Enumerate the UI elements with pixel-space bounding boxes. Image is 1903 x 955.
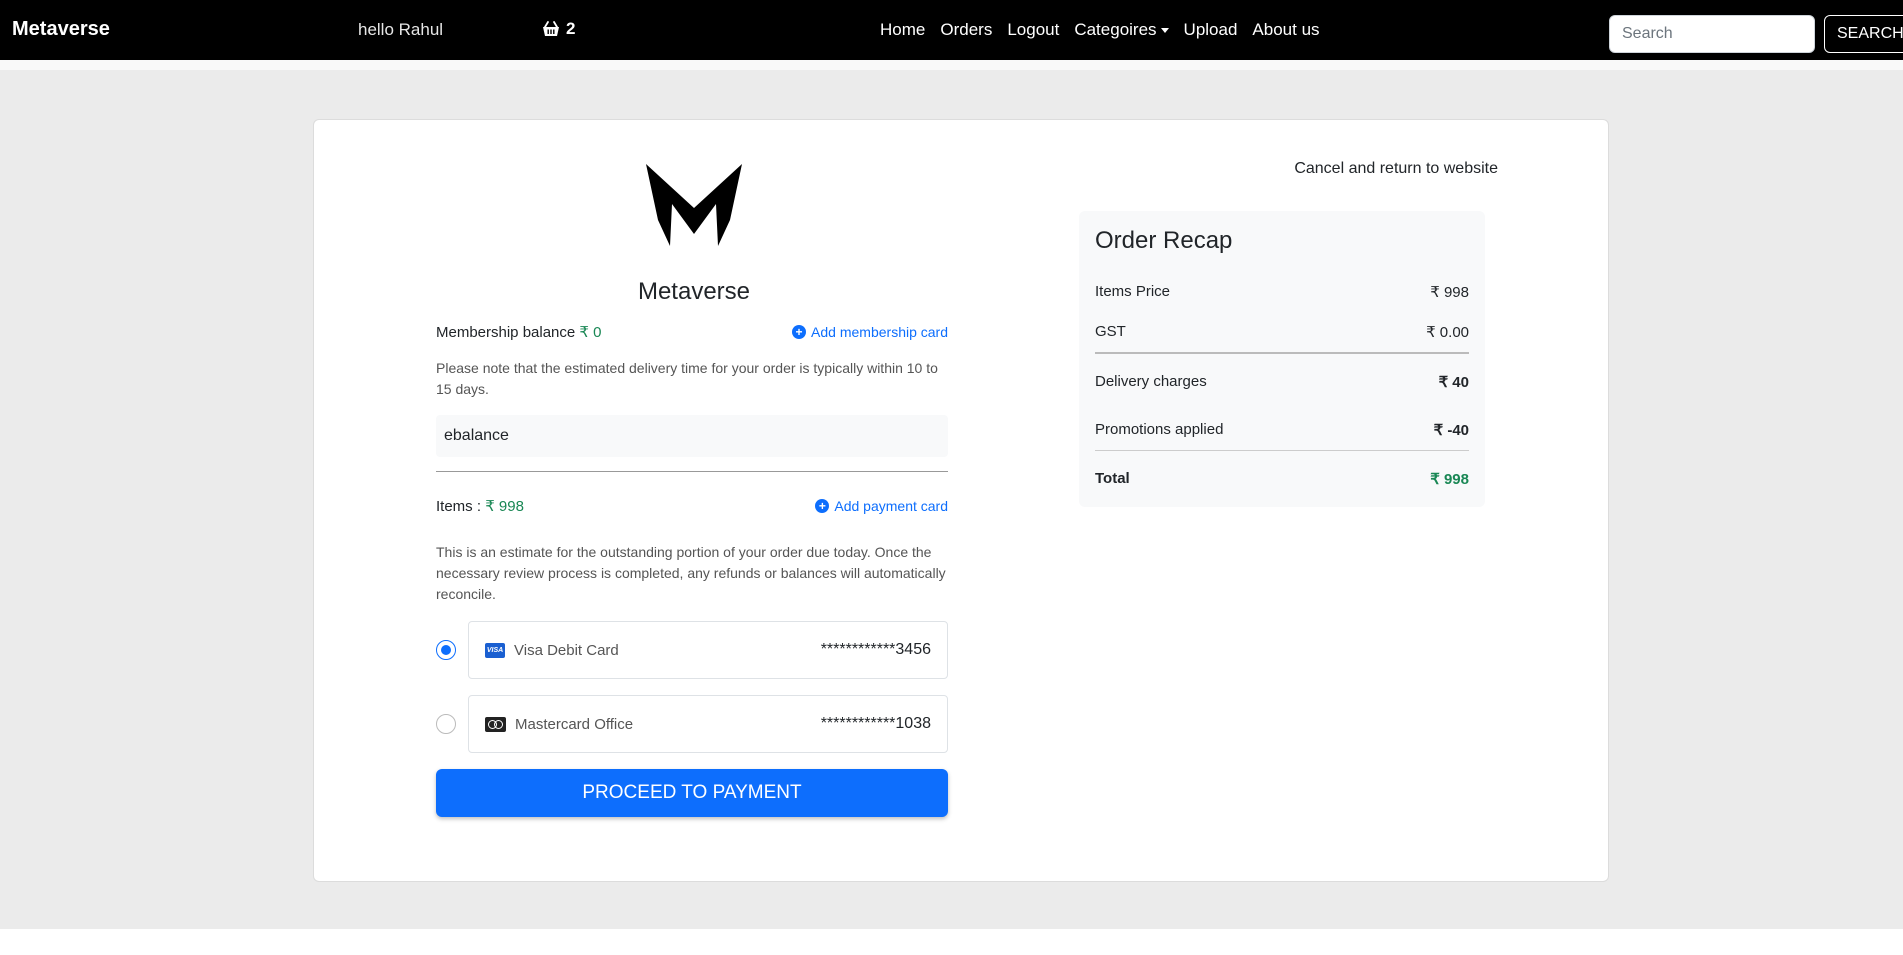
- recap-label: Total: [1095, 470, 1130, 487]
- items-value: ₹ 998: [485, 498, 524, 515]
- payment-method-field[interactable]: ebalance: [436, 415, 948, 457]
- recap-label: GST: [1095, 323, 1126, 340]
- payment-card-option: Mastercard Office ************1038: [436, 695, 948, 753]
- card-name: Visa Debit Card: [514, 641, 619, 659]
- recap-label: Promotions applied: [1095, 421, 1224, 438]
- recap-delivery: Delivery charges ₹ 40: [1095, 373, 1469, 391]
- order-recap-title: Order Recap: [1095, 227, 1233, 254]
- search-input[interactable]: [1609, 15, 1815, 53]
- delivery-note: Please note that the estimated delivery …: [436, 360, 938, 397]
- plus-circle-icon: +: [792, 325, 807, 339]
- membership-balance: Membership balance ₹ 0: [436, 323, 601, 341]
- add-membership-card-link[interactable]: + Add membership card: [792, 324, 948, 340]
- brand-logo[interactable]: Metaverse: [12, 18, 110, 41]
- nav-categories-label: Categoires: [1074, 20, 1157, 39]
- estimate-note: This is an estimate for the outstanding …: [436, 544, 946, 602]
- nav-about[interactable]: About us: [1252, 20, 1319, 40]
- nav-categories-dropdown[interactable]: Categoires: [1074, 20, 1169, 40]
- items-row: Items : ₹ 998 + Add payment card: [436, 497, 948, 515]
- store-name: Metaverse: [637, 278, 751, 305]
- membership-label: Membership balance: [436, 324, 576, 341]
- visa-icon: VISA: [485, 642, 505, 658]
- nav-links: Home Orders Logout Categoires Upload Abo…: [880, 20, 1320, 40]
- recap-label: Items Price: [1095, 283, 1171, 300]
- divider: [436, 471, 948, 472]
- cart-count: 2: [566, 19, 576, 38]
- items-label: Items :: [436, 498, 482, 515]
- greeting-text: hello Rahul: [358, 20, 444, 39]
- recap-total-value: ₹ 998: [1430, 471, 1469, 488]
- checkout-card: Metaverse Membership balance ₹ 0 + Add m…: [313, 119, 1609, 882]
- recap-value: ₹ 40: [1438, 374, 1469, 391]
- add-payment-label: Add payment card: [834, 498, 948, 514]
- card-radio-visa[interactable]: [436, 640, 456, 660]
- top-navbar: Metaverse hello Rahul 2 Home Orders Logo…: [0, 0, 1903, 60]
- recap-value: ₹ 998: [1430, 284, 1469, 301]
- recap-value: ₹ 0.00: [1426, 324, 1469, 341]
- order-recap-panel: Order Recap Items Price ₹ 998 GST ₹ 0.00…: [1079, 211, 1485, 507]
- items-total: Items : ₹ 998: [436, 497, 524, 515]
- payment-card-option: VISA Visa Debit Card ************3456: [436, 621, 948, 679]
- card-radio-mastercard[interactable]: [436, 714, 456, 734]
- card-box-visa[interactable]: VISA Visa Debit Card ************3456: [468, 621, 948, 679]
- recap-divider: [1095, 450, 1469, 451]
- recap-gst: GST ₹ 0.00: [1095, 323, 1469, 341]
- membership-row: Membership balance ₹ 0 + Add membership …: [436, 323, 948, 341]
- card-number: ************3456: [820, 641, 931, 658]
- add-membership-label: Add membership card: [811, 324, 948, 340]
- card-name: Mastercard Office: [515, 715, 634, 733]
- membership-value: ₹ 0: [579, 324, 602, 341]
- search-button[interactable]: SEARCH: [1824, 15, 1903, 53]
- card-box-mastercard[interactable]: Mastercard Office ************1038: [468, 695, 948, 753]
- proceed-to-payment-button[interactable]: PROCEED TO PAYMENT: [436, 769, 948, 817]
- recap-items-price: Items Price ₹ 998: [1095, 283, 1469, 301]
- nav-logout[interactable]: Logout: [1007, 20, 1059, 40]
- plus-circle-icon: +: [815, 499, 830, 513]
- basket-icon: [543, 21, 559, 36]
- nav-home[interactable]: Home: [880, 20, 925, 40]
- cancel-return-link[interactable]: Cancel and return to website: [1114, 160, 1498, 178]
- chevron-down-icon: [1160, 28, 1169, 34]
- recap-label: Delivery charges: [1095, 373, 1207, 390]
- recap-divider: [1095, 352, 1469, 354]
- cart-button[interactable]: 2: [542, 19, 575, 39]
- metaverse-logo-icon: [646, 164, 742, 246]
- nav-upload[interactable]: Upload: [1184, 20, 1238, 40]
- mastercard-icon: [485, 716, 506, 732]
- recap-value: ₹ -40: [1433, 422, 1469, 439]
- nav-orders[interactable]: Orders: [940, 20, 992, 40]
- navbar-shadow: [0, 60, 1903, 70]
- recap-total: Total ₹ 998: [1095, 470, 1469, 488]
- add-payment-card-link[interactable]: + Add payment card: [815, 498, 948, 514]
- recap-promotions: Promotions applied ₹ -40: [1095, 421, 1469, 439]
- footer-area: [0, 929, 1903, 955]
- card-number: ************1038: [820, 715, 931, 732]
